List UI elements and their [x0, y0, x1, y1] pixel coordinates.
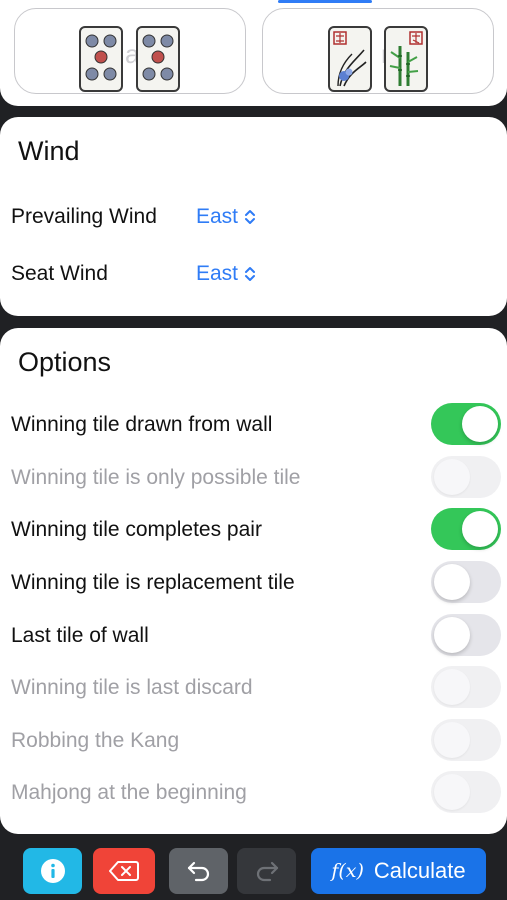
toggle-knob — [434, 774, 470, 810]
info-icon — [40, 859, 65, 883]
concealed-tiles-button[interactable]: a — [14, 8, 246, 94]
info-button[interactable] — [23, 848, 82, 894]
toggle-replacement-tile[interactable] — [431, 561, 501, 603]
seat-wind-select[interactable]: East — [196, 262, 256, 286]
prevailing-wind-label: Prevailing Wind — [11, 205, 157, 228]
option-label: Winning tile drawn from wall — [11, 413, 273, 436]
toggle-knob — [434, 669, 470, 705]
wind-section: Wind Prevailing Wind East Seat Wind East — [0, 117, 507, 316]
toggle-completes-pair[interactable] — [431, 508, 501, 550]
undo-button[interactable] — [169, 848, 228, 894]
seat-wind-label: Seat Wind — [11, 262, 108, 285]
option-label: Robbing the Kang — [11, 729, 180, 752]
prevailing-wind-value: East — [196, 205, 239, 228]
backspace-icon — [109, 861, 139, 881]
undo-icon — [187, 861, 209, 882]
toggle-knob — [434, 617, 470, 653]
options-section-title: Options — [18, 347, 112, 377]
option-label: Winning tile completes pair — [11, 518, 262, 541]
toggle-last-discard — [431, 666, 501, 708]
chevron-up-down-icon — [245, 210, 256, 224]
option-label: Winning tile is replacement tile — [11, 571, 295, 594]
orchid-flower-tile-icon — [328, 26, 372, 92]
chevron-up-down-icon — [245, 267, 256, 281]
toggle-robbing-the-kang — [431, 719, 501, 761]
function-icon: f(x) — [331, 860, 364, 882]
toggle-knob — [434, 459, 470, 495]
option-label: Mahjong at the beginning — [11, 781, 247, 804]
toggle-mahjong-at-beginning — [431, 771, 501, 813]
tile-picker-card: a n — [0, 0, 507, 106]
redo-button[interactable] — [237, 848, 296, 894]
wind-section-title: Wind — [18, 136, 80, 166]
options-section: Options Winning tile drawn from wall Win… — [0, 328, 507, 834]
prevailing-wind-select[interactable]: East — [196, 205, 256, 229]
toggle-knob — [462, 406, 498, 442]
seat-wind-value: East — [196, 262, 239, 285]
delete-button[interactable] — [93, 848, 155, 894]
redo-icon — [256, 861, 278, 882]
flower-tiles-button[interactable]: n — [262, 8, 494, 94]
calculate-button[interactable]: f(x) Calculate — [311, 848, 486, 894]
four-circles-tile-icon — [136, 26, 180, 92]
four-circles-tile-icon — [79, 26, 123, 92]
toggle-knob — [462, 511, 498, 547]
option-label: Winning tile is last discard — [11, 676, 253, 699]
toggle-drawn-from-wall[interactable] — [431, 403, 501, 445]
toggle-knob — [434, 564, 470, 600]
toggle-last-tile-of-wall[interactable] — [431, 614, 501, 656]
option-label: Last tile of wall — [11, 624, 149, 647]
segment-indicator — [278, 0, 372, 3]
bottom-toolbar: f(x) Calculate — [0, 834, 507, 900]
toggle-knob — [434, 722, 470, 758]
toggle-only-possible-tile — [431, 456, 501, 498]
option-label: Winning tile is only possible tile — [11, 466, 301, 489]
bamboo-flower-tile-icon — [384, 26, 428, 92]
calculate-label: Calculate — [373, 858, 466, 883]
